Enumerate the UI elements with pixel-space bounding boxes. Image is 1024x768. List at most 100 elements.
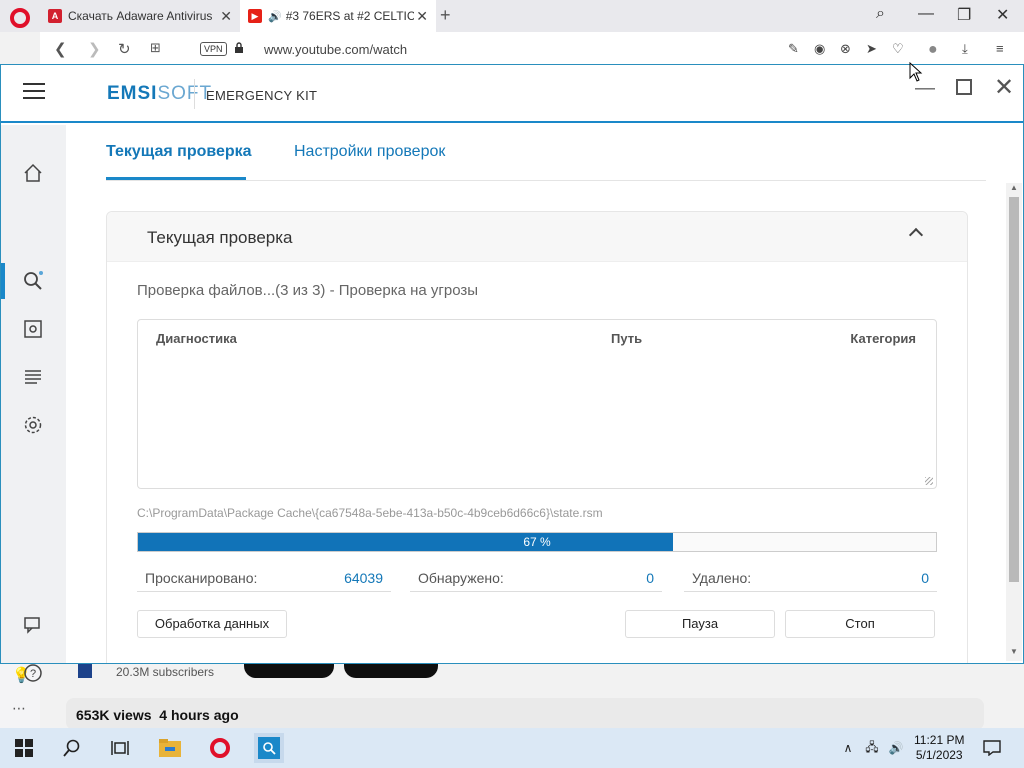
mouse-cursor-icon [909, 62, 923, 82]
tab-title: #3 76ERS at #2 CELTICS [285, 9, 414, 23]
forward-icon[interactable]: ❯ [88, 40, 101, 58]
search-icon[interactable]: ⌕ [876, 5, 885, 23]
current-file-path: C:\ProgramData\Package Cache\{ca67548a-5… [137, 506, 603, 520]
search-icon[interactable] [60, 736, 84, 760]
stat-removed: Удалено: 0 [684, 562, 937, 592]
send-icon[interactable]: ➤ [866, 41, 877, 57]
stop-button[interactable]: Стоп [785, 610, 935, 638]
clock-date: 5/1/2023 [915, 748, 963, 762]
stat-label: Просканировано: [145, 570, 258, 586]
emsisoft-sidebar: ? [1, 125, 66, 682]
youtube-favicon-icon: ▶ [248, 9, 262, 23]
scan-card: Текущая проверка Проверка файлов...(3 из… [106, 211, 968, 663]
logs-icon[interactable] [21, 365, 45, 389]
emsisoft-main: Текущая проверка Настройки проверок Теку… [66, 125, 1007, 663]
stat-scanned: Просканировано: 64039 [137, 562, 391, 592]
channel-avatar[interactable] [78, 664, 92, 678]
emsisoft-taskbar-icon[interactable] [254, 733, 284, 763]
close-icon[interactable]: ✕ [996, 5, 1009, 25]
svg-text:?: ? [30, 668, 36, 680]
active-indicator [1, 263, 5, 299]
back-icon[interactable]: ❮ [54, 40, 67, 58]
help-icon[interactable]: ? [21, 661, 45, 685]
tab-close-icon[interactable]: ✕ [416, 8, 428, 25]
file-explorer-icon[interactable] [158, 736, 182, 760]
task-view-icon[interactable] [108, 736, 132, 760]
vpn-badge[interactable]: VPN [200, 42, 227, 56]
detections-table: Диагностика Путь Категория [137, 319, 937, 489]
pause-button[interactable]: Пауза [625, 610, 775, 638]
notifications-icon[interactable] [980, 736, 1004, 760]
column-header-diagnostic[interactable]: Диагностика [156, 331, 237, 346]
tabs-grid-icon[interactable]: ⊞ [150, 40, 161, 56]
close-icon[interactable]: ✕ [994, 73, 1014, 102]
clock-time: 11:21 PM [914, 733, 965, 747]
download-icon[interactable]: ⤓ [962, 41, 968, 57]
stat-detected: Обнаружено: 0 [410, 562, 662, 592]
stat-label: Обнаружено: [418, 570, 504, 586]
subscriber-count: 20.3M subscribers [116, 665, 215, 679]
tray-chevron-up-icon[interactable]: ∧ [836, 736, 860, 760]
lock-icon [235, 42, 243, 53]
system-clock[interactable]: 11:21 PM 5/1/2023 [914, 733, 964, 763]
brand-bold: EMSI [107, 83, 158, 104]
camera-icon[interactable]: ◉ [814, 41, 825, 57]
process-data-button[interactable]: Обработка данных [137, 610, 287, 638]
windows-taskbar: ∧ 🖧 🔊 11:21 PM 5/1/2023 [0, 728, 1024, 768]
card-title: Текущая проверка [147, 228, 293, 247]
tab-youtube[interactable]: ▶ 🔊 #3 76ERS at #2 CELTICS ✕ [240, 0, 436, 32]
new-tab-icon[interactable]: + [440, 5, 451, 26]
column-header-path[interactable]: Путь [611, 331, 642, 346]
edit-icon[interactable]: ✎ [788, 41, 799, 57]
address-bar: ❮ ❯ ↻ ⊞ VPN www.youtube.com/watch ✎ ◉ ⊗ … [40, 32, 1024, 66]
heart-icon[interactable]: ♡ [892, 41, 904, 57]
reload-icon[interactable]: ↻ [118, 40, 131, 58]
scroll-up-icon[interactable]: ▲ [1010, 183, 1018, 192]
scroll-thumb[interactable] [1009, 197, 1019, 582]
speaker-icon[interactable]: 🔊 [268, 10, 282, 23]
menu-icon[interactable] [23, 83, 45, 101]
tab-scan-settings[interactable]: Настройки проверок [294, 143, 445, 161]
emsisoft-logo: EMSISOFT [107, 83, 212, 105]
column-header-category[interactable]: Категория [850, 331, 916, 346]
vertical-scrollbar[interactable]: ▲ ▼ [1006, 183, 1022, 661]
stat-value: 0 [646, 570, 654, 586]
more-icon[interactable]: ⋯ [12, 700, 26, 717]
video-description[interactable]: 653K views 4 hours ago [66, 698, 984, 730]
brand-light: SOFT [157, 83, 213, 104]
tab-close-icon[interactable]: ✕ [220, 8, 232, 25]
restore-icon[interactable]: ❐ [957, 5, 971, 25]
view-count: 653K views [76, 707, 152, 723]
browser-tab-bar: A Скачать Adaware Antivirus ✕ ▶ 🔊 #3 76E… [0, 0, 1024, 32]
emsisoft-window: EMSISOFT EMERGENCY KIT — ✕ ? Текущая про… [0, 64, 1024, 682]
stat-value: 64039 [344, 570, 383, 586]
progress-label: 67 % [523, 535, 551, 549]
quarantine-icon[interactable] [21, 317, 45, 341]
volume-icon[interactable]: 🔊 [884, 736, 908, 760]
tab-current-scan[interactable]: Текущая проверка [106, 143, 252, 161]
opera-taskbar-icon[interactable] [208, 736, 232, 760]
tab-adaware[interactable]: A Скачать Adaware Antivirus ✕ [40, 0, 240, 32]
home-icon[interactable] [21, 161, 45, 185]
scan-card-header[interactable]: Текущая проверка [107, 212, 967, 262]
minimize-icon[interactable]: — [918, 5, 934, 23]
maximize-icon[interactable] [956, 79, 972, 95]
chevron-up-icon[interactable] [908, 227, 924, 243]
scan-status-text: Проверка файлов...(3 из 3) - Проверка на… [137, 282, 479, 299]
windows-start-icon[interactable] [12, 736, 36, 760]
easy-setup-icon[interactable]: ≡ [996, 41, 1004, 56]
opera-logo-icon[interactable] [10, 8, 30, 28]
url-field[interactable]: www.youtube.com/watch [264, 42, 407, 57]
resize-handle-icon[interactable] [925, 477, 933, 485]
tabs-divider [106, 180, 986, 181]
scan-search-icon[interactable] [21, 269, 45, 293]
scroll-down-icon[interactable]: ▼ [1010, 647, 1018, 656]
product-name: EMERGENCY KIT [206, 88, 318, 103]
adaware-favicon-icon: A [48, 9, 62, 23]
settings-gear-icon[interactable] [21, 413, 45, 437]
network-icon[interactable]: 🖧 [860, 736, 884, 760]
adblock-icon[interactable]: ⊗ [840, 41, 851, 57]
chat-icon[interactable] [21, 613, 45, 637]
emsisoft-header: EMSISOFT EMERGENCY KIT — ✕ [1, 65, 1023, 123]
profile-icon[interactable]: ● [928, 41, 938, 59]
